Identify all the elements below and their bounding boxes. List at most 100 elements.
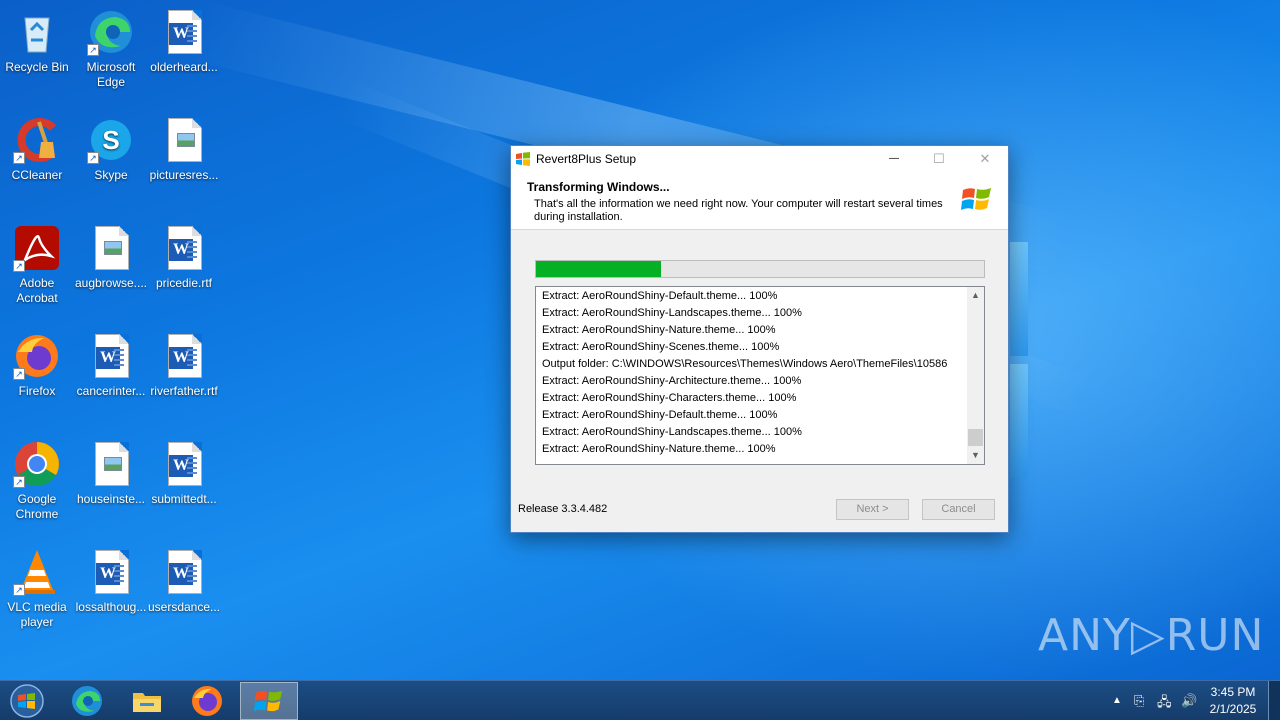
word-doc-icon: W xyxy=(160,332,208,380)
desktop-icon[interactable]: Recycle Bin xyxy=(0,8,74,75)
desktop-icon-label: Recycle Bin xyxy=(5,60,69,74)
scrollbar-thumb[interactable] xyxy=(968,429,983,446)
svg-text:S: S xyxy=(102,125,119,155)
desktop-icon-label: submittedt... xyxy=(151,492,217,506)
desktop-icon-label: lossalthoug... xyxy=(75,600,147,614)
taskbar-firefox[interactable] xyxy=(178,682,236,720)
volume-icon[interactable]: 🔊 xyxy=(1181,693,1197,709)
shortcut-arrow-icon: ↗ xyxy=(13,260,25,272)
start-orb-icon xyxy=(10,684,44,718)
vertical-scrollbar[interactable]: ▲ ▼ xyxy=(967,287,984,464)
taskbar-revert8plus-setup[interactable] xyxy=(240,682,298,720)
setup-window[interactable]: Revert8Plus Setup — ☐ ✕ Transforming Win… xyxy=(510,145,1009,533)
desktop-icon[interactable]: ↗ VLC media player xyxy=(0,548,74,630)
start-button[interactable] xyxy=(0,682,58,720)
header-subtitle: That's all the information we need right… xyxy=(534,198,943,223)
desktop-icon[interactable]: ↗ CCleaner xyxy=(0,116,74,183)
minimize-button[interactable]: — xyxy=(871,146,917,172)
desktop-icon[interactable]: Wpricedie.rtf xyxy=(147,224,221,291)
log-line: Extract: AeroRoundShiny-Characters.theme… xyxy=(542,392,797,404)
image-file-icon xyxy=(87,440,135,488)
desktop-icon[interactable]: ↗ Google Chrome xyxy=(0,440,74,522)
shortcut-arrow-icon: ↗ xyxy=(87,152,99,164)
close-button[interactable]: ✕ xyxy=(962,146,1008,172)
revert8plus-setup-icon xyxy=(254,690,283,712)
desktop-icon[interactable]: Wolderheard... xyxy=(147,8,221,75)
edge-icon: ↗ xyxy=(87,8,135,56)
release-version: Release 3.3.4.482 xyxy=(518,503,608,515)
shortcut-arrow-icon: ↗ xyxy=(87,44,99,56)
desktop-icon-label: Microsoft Edge xyxy=(86,60,136,89)
windows-logo-pane xyxy=(1010,242,1028,356)
desktop-icon-label: pricedie.rtf xyxy=(155,276,213,290)
windows-logo-pane xyxy=(1010,364,1028,478)
taskbar-edge[interactable] xyxy=(58,682,116,720)
log-line: Extract: AeroRoundShiny-Landscapes.theme… xyxy=(542,307,802,319)
clock-time[interactable]: 3:45 PM xyxy=(1205,685,1261,699)
desktop-icon[interactable]: augbrowse.... xyxy=(74,224,148,291)
desktop-icon-label: Skype xyxy=(94,168,128,182)
desktop-icon-label: CCleaner xyxy=(11,168,63,182)
recycle-bin-icon xyxy=(13,8,61,56)
install-log-list[interactable]: Extract: AeroRoundShiny-Default.theme...… xyxy=(535,286,985,465)
anyrun-watermark: ANY▷RUN xyxy=(1038,610,1265,661)
cancel-button[interactable]: Cancel xyxy=(922,499,995,520)
firefox-icon: ↗ xyxy=(13,332,61,380)
network-icon[interactable]: 🖧 xyxy=(1157,693,1172,715)
word-doc-icon: W xyxy=(160,440,208,488)
skype-icon: S ↗ xyxy=(87,116,135,164)
window-title: Revert8Plus Setup xyxy=(536,152,637,166)
desktop-icon-label: riverfather.rtf xyxy=(150,384,218,398)
desktop-icon[interactable]: picturesres... xyxy=(147,116,221,183)
log-line: Extract: AeroRoundShiny-Nature.theme... … xyxy=(542,443,776,455)
edge-icon xyxy=(72,686,102,716)
shortcut-arrow-icon: ↗ xyxy=(13,476,25,488)
image-file-icon xyxy=(87,224,135,272)
desktop-icon-label: picturesres... xyxy=(149,168,219,182)
desktop-icon[interactable]: houseinste... xyxy=(74,440,148,507)
vlc-icon: ↗ xyxy=(13,548,61,596)
desktop-icon-label: cancerinter... xyxy=(76,384,146,398)
log-line: Extract: AeroRoundShiny-Nature.theme... … xyxy=(542,324,776,336)
desktop-icon[interactable]: ↗ Firefox xyxy=(0,332,74,399)
log-line: Extract: AeroRoundShiny-Scenes.theme... … xyxy=(542,341,780,353)
desktop-icon-label: usersdance... xyxy=(147,600,221,614)
word-doc-icon: W xyxy=(160,8,208,56)
log-line: Extract: AeroRoundShiny-Landscapes.theme… xyxy=(542,426,802,438)
taskbar-file-explorer[interactable] xyxy=(118,682,176,720)
log-line: Extract: AeroRoundShiny-Architecture.the… xyxy=(542,375,802,387)
word-doc-icon: W xyxy=(87,548,135,596)
scroll-up-icon[interactable]: ▲ xyxy=(967,287,984,304)
scroll-down-icon[interactable]: ▼ xyxy=(967,447,984,464)
ccleaner-icon: ↗ xyxy=(13,116,61,164)
show-hidden-icons-icon[interactable]: ▲ xyxy=(1112,695,1122,706)
log-line: Output folder: C:\WINDOWS\Resources\Them… xyxy=(542,358,948,370)
desktop-icon[interactable]: Wcancerinter... xyxy=(74,332,148,399)
taskbar: ▲ ⎘ 🖧 🔊 3:45 PM 2/1/2025 xyxy=(0,680,1280,720)
next-button[interactable]: Next > xyxy=(836,499,909,520)
maximize-button[interactable]: ☐ xyxy=(916,146,962,172)
setup-header: Transforming Windows... That's all the i… xyxy=(511,172,1008,230)
desktop-icon[interactable]: ↗ Microsoft Edge xyxy=(74,8,148,90)
desktop-icon-label: houseinste... xyxy=(76,492,146,506)
word-doc-icon: W xyxy=(160,548,208,596)
title-bar[interactable]: Revert8Plus Setup — ☐ ✕ xyxy=(511,146,1008,172)
install-progress-bar xyxy=(535,260,985,278)
clock-date[interactable]: 2/1/2025 xyxy=(1205,702,1261,716)
desktop-icon[interactable]: Wsubmittedt... xyxy=(147,440,221,507)
show-desktop-button[interactable] xyxy=(1268,681,1280,720)
word-doc-icon: W xyxy=(87,332,135,380)
desktop-icon-label: olderheard... xyxy=(150,60,218,74)
acrobat-icon: ↗ xyxy=(13,224,61,272)
desktop-icon[interactable]: Wlossalthoug... xyxy=(74,548,148,615)
log-line: Extract: AeroRoundShiny-Default.theme...… xyxy=(542,290,778,302)
desktop-icon[interactable]: S ↗ Skype xyxy=(74,116,148,183)
shortcut-arrow-icon: ↗ xyxy=(13,368,25,380)
desktop-icon[interactable]: ↗ Adobe Acrobat xyxy=(0,224,74,306)
chrome-icon: ↗ xyxy=(13,440,61,488)
desktop-icon[interactable]: Wusersdance... xyxy=(147,548,221,615)
header-title: Transforming Windows... xyxy=(527,180,670,194)
desktop-icon[interactable]: Wriverfather.rtf xyxy=(147,332,221,399)
meet-now-icon[interactable]: ⎘ xyxy=(1134,693,1144,709)
image-file-icon xyxy=(160,116,208,164)
